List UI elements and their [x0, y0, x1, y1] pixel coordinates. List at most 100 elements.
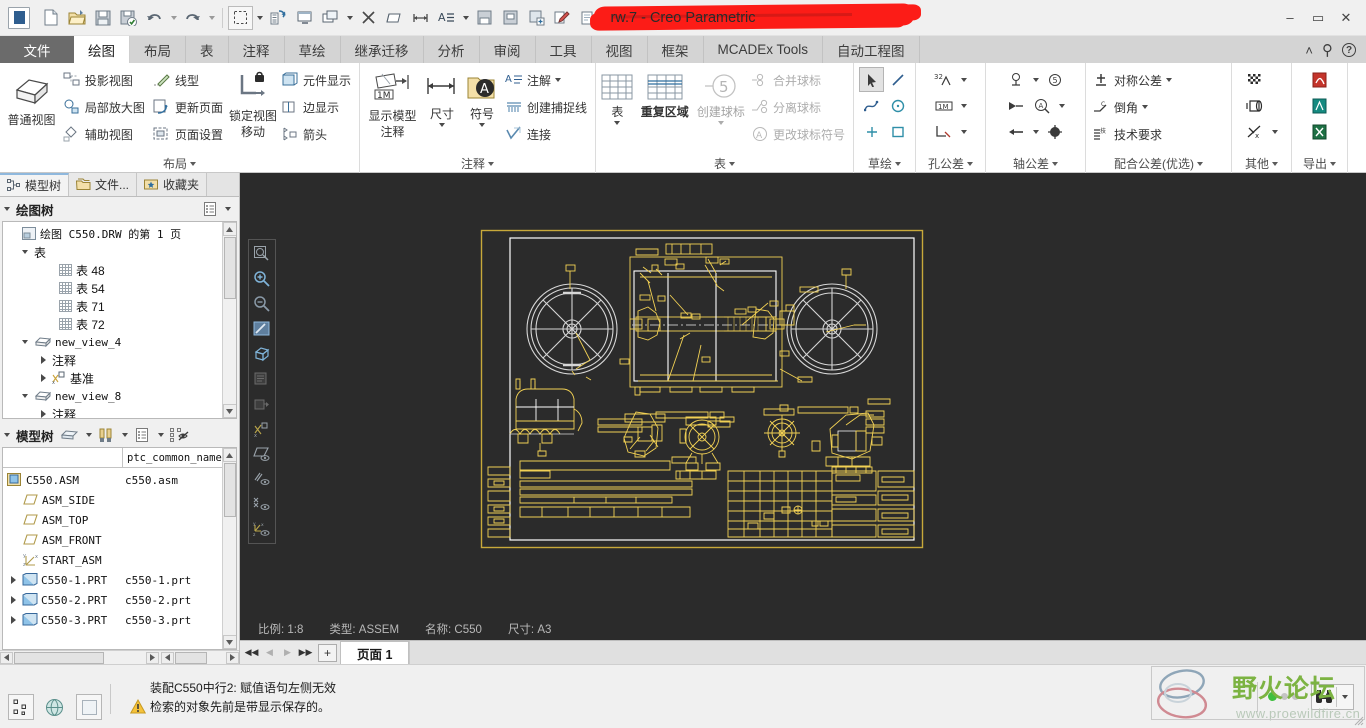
component-display-button[interactable]: 元件显示 [278, 67, 356, 93]
ribbon-group-fit-tolerance-title[interactable]: 配合公差(优选) [1086, 154, 1231, 173]
repaint-icon[interactable] [250, 317, 274, 341]
chevron-down-icon[interactable] [1269, 119, 1281, 144]
blank-panel-icon[interactable] [76, 694, 102, 720]
ribbon-tab-inherit-migrate[interactable]: 继承迁移 [341, 36, 424, 63]
tree-node-datums[interactable]: x 基准 [7, 369, 236, 387]
center-mark-icon[interactable] [1043, 119, 1068, 144]
show-model-annotations-button[interactable]: 1M 显示模型 注释 [363, 67, 422, 139]
surface-finish-32-icon[interactable]: 32 [932, 67, 957, 92]
update-sheet-button[interactable]: 更新页面 [150, 94, 228, 120]
prev-page-button[interactable]: ◀ [261, 644, 278, 662]
chevron-down-icon[interactable] [614, 121, 621, 125]
chevron-down-icon[interactable] [958, 93, 970, 118]
scroll-thumb-h2[interactable] [175, 651, 207, 664]
last-page-button[interactable]: ▶▶ [297, 644, 314, 662]
hole-tolerance-icon[interactable] [932, 119, 957, 144]
tree-node-new-view-8[interactable]: new_view_8 [7, 387, 236, 405]
split-balloons-button[interactable]: 分离球标 [748, 94, 850, 120]
tree-node-new-view-4[interactable]: new_view_4 [7, 333, 236, 351]
display-style-icon[interactable] [250, 342, 274, 366]
circle-icon[interactable] [885, 93, 910, 118]
ribbon-tab-sketch[interactable]: 草绘 [285, 36, 341, 63]
new-file-icon[interactable] [38, 6, 63, 30]
redo-icon[interactable] [180, 6, 205, 30]
table-row[interactable]: C550-1.PRT c550-1.prt [3, 570, 236, 590]
rectangle-icon[interactable] [885, 119, 910, 144]
minimize-button[interactable]: – [1276, 5, 1304, 31]
ribbon-group-layout-title[interactable]: 布局 [0, 154, 359, 173]
display-style-icon[interactable] [382, 6, 407, 30]
undo-icon[interactable] [142, 6, 167, 30]
tree-node-table-71[interactable]: 表 71 [7, 297, 236, 315]
model-tree-scrollbar[interactable] [222, 448, 236, 649]
first-page-button[interactable]: ◀◀ [243, 644, 260, 662]
annotate-icon[interactable] [550, 6, 575, 30]
cylinder-icon[interactable] [1243, 93, 1268, 118]
scroll-left-arrow-icon-2[interactable] [161, 651, 174, 664]
undo-dropdown-icon[interactable] [168, 6, 179, 30]
ribbon-tab-table[interactable]: 表 [186, 36, 229, 63]
tree-node-table-72[interactable]: 表 72 [7, 315, 236, 333]
snap-line-button[interactable]: 创建捕捉线 [502, 94, 592, 120]
tree-node-tables[interactable]: 表 [7, 243, 236, 261]
chevron-down-icon[interactable] [479, 123, 485, 127]
tree-node-annotations-1[interactable]: 注释 [7, 351, 236, 369]
select-arrow-icon[interactable] [859, 67, 884, 92]
tree-columns-icon[interactable] [134, 426, 152, 444]
chevron-down-icon[interactable] [1056, 93, 1068, 118]
scroll-right-arrow-icon[interactable] [146, 651, 159, 664]
chevron-down-icon[interactable] [22, 340, 28, 344]
text-style-icon[interactable]: A [434, 6, 459, 30]
chevron-down-icon[interactable] [958, 67, 970, 92]
sheet-setup-icon[interactable] [498, 6, 523, 30]
erase-icon[interactable] [356, 6, 381, 30]
resize-grip-icon[interactable] [1352, 714, 1364, 726]
tree-node-table-54[interactable]: 表 54 [7, 279, 236, 297]
ribbon-group-annotate-title[interactable]: 注释 [360, 154, 595, 173]
tree-node-table-48[interactable]: 表 48 [7, 261, 236, 279]
spline-icon[interactable] [859, 93, 884, 118]
table-row[interactable]: C550.ASM c550.asm [3, 470, 236, 490]
ribbon-tab-annotate[interactable]: 注释 [229, 36, 285, 63]
export-dwg-icon[interactable] [1307, 93, 1332, 118]
model-tree-hscrollbar[interactable] [0, 650, 239, 664]
hatch-pattern-icon[interactable] [1243, 67, 1268, 92]
export-pdf-icon[interactable] [1307, 67, 1332, 92]
save-icon[interactable] [90, 6, 115, 30]
model-filter-icon[interactable] [60, 426, 80, 444]
table-row[interactable]: C550-3.PRT c550-3.prt [3, 610, 236, 630]
select-region-icon[interactable] [228, 5, 253, 30]
line-style-button[interactable]: 线型 [150, 67, 228, 93]
ribbon-tab-analysis[interactable]: 分析 [424, 36, 480, 63]
text-style-dropdown-icon[interactable] [460, 6, 471, 30]
ribbon-group-table-title[interactable]: 表 [596, 154, 853, 173]
ribbon-tab-file[interactable]: 文件 [0, 36, 74, 63]
scroll-down-arrow-icon[interactable] [222, 404, 236, 418]
redo-dropdown-icon[interactable] [206, 6, 217, 30]
create-balloons-button[interactable]: 5 创建球标 [694, 67, 748, 125]
chevron-down-icon[interactable] [225, 207, 231, 211]
tree-node-sheet[interactable]: 绘图 C550.DRW 的第 1 页 [7, 225, 236, 243]
arrow-leader-icon[interactable] [1004, 93, 1029, 118]
zoom-in-icon[interactable] [250, 267, 274, 291]
close-window-icon[interactable] [318, 6, 343, 30]
dimension-icon[interactable] [408, 6, 433, 30]
point-display-icon[interactable] [250, 492, 274, 516]
collapse-ribbon-icon[interactable]: ˄ [1305, 43, 1313, 58]
save-sheet-icon[interactable] [472, 6, 497, 30]
scroll-thumb-h1[interactable] [14, 651, 104, 664]
select-dropdown-icon[interactable] [254, 6, 265, 30]
chevron-down-icon[interactable] [717, 121, 724, 125]
scroll-right-arrow-icon-2[interactable] [226, 651, 239, 664]
balloon-5-icon[interactable]: 5 [1043, 67, 1068, 92]
dimension-button[interactable]: 尺寸 [422, 67, 462, 127]
axis-display-icon[interactable] [250, 467, 274, 491]
next-page-button[interactable]: ▶ [279, 644, 296, 662]
chevron-down-icon[interactable] [85, 433, 92, 437]
drawing-canvas[interactable]: x yxz [240, 173, 1366, 618]
ribbon-tab-framework[interactable]: 框架 [648, 36, 704, 63]
ribbon-group-shaft-tolerance-title[interactable]: 轴公差 [986, 154, 1085, 173]
search-tool-group[interactable] [1311, 683, 1354, 710]
line-icon[interactable] [885, 67, 910, 92]
regenerate-icon[interactable] [266, 6, 291, 30]
